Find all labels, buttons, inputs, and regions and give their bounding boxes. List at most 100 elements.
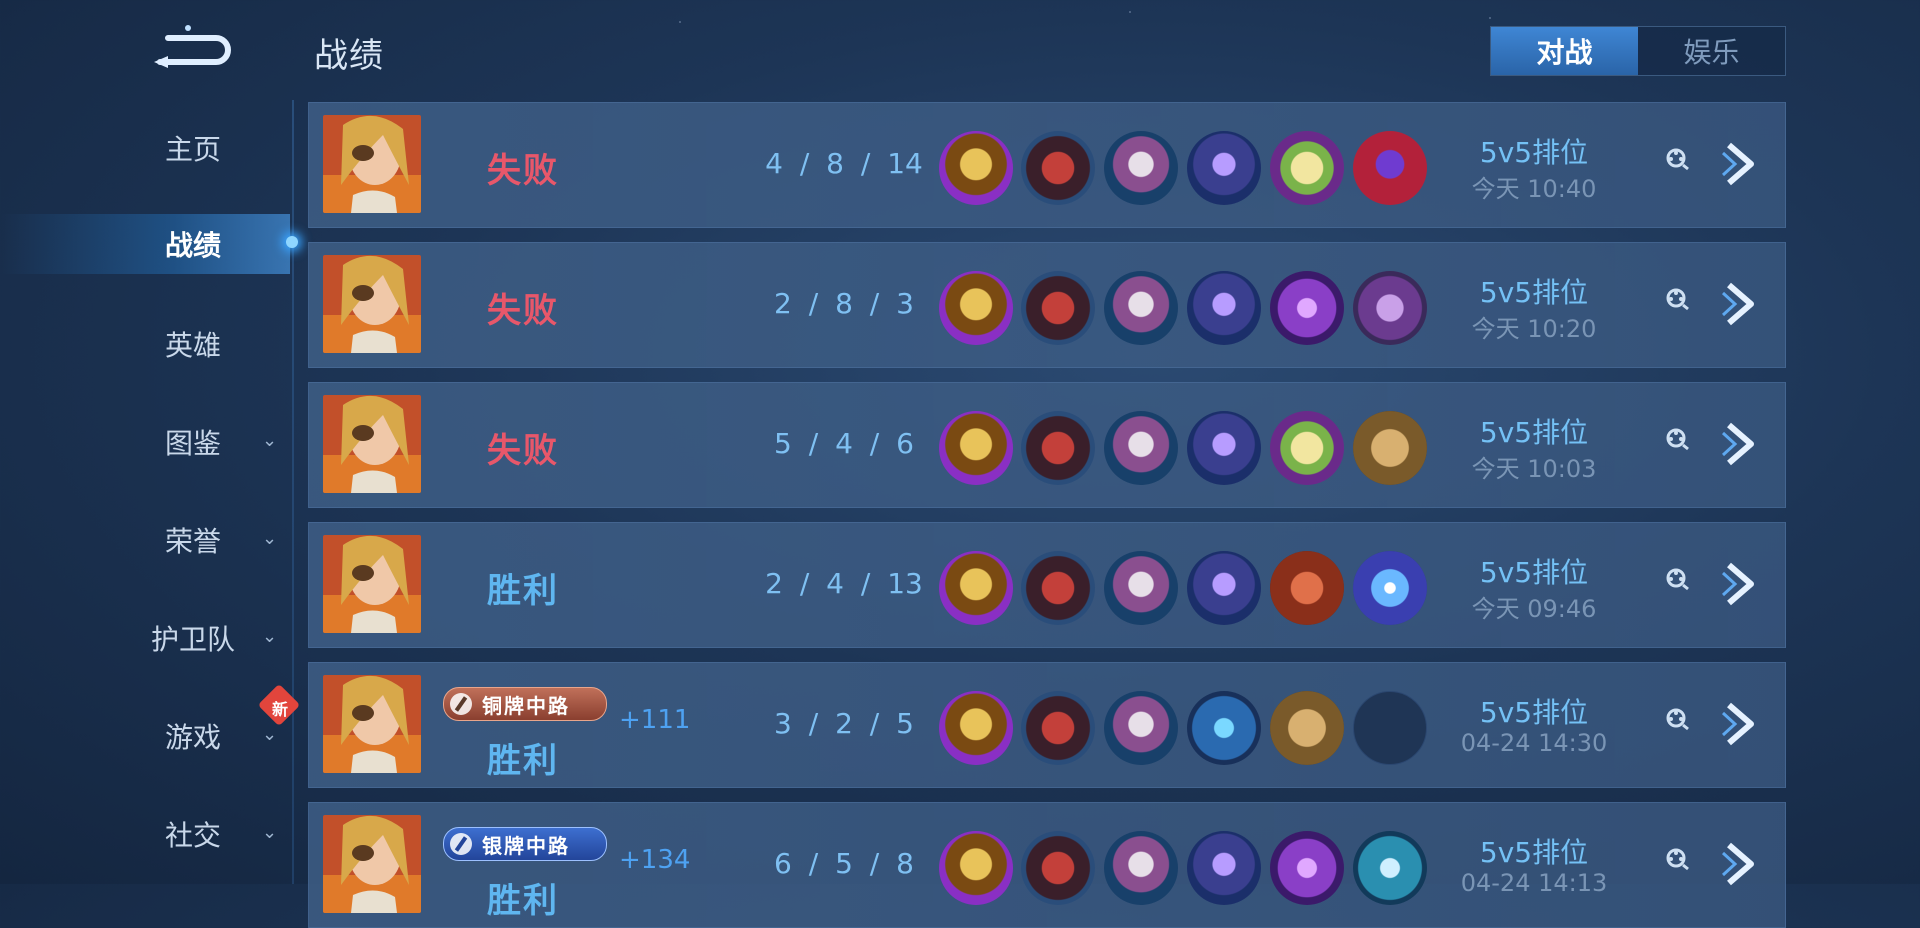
chevron-down-icon: ⌄ bbox=[262, 528, 278, 549]
gold-helmet-icon bbox=[939, 411, 1013, 485]
purple-scepter-icon bbox=[1270, 831, 1344, 905]
purple-mace-icon bbox=[1187, 551, 1261, 625]
sidebar-item-guard-team[interactable]: 护卫队 ⌄ bbox=[0, 608, 290, 668]
match-row[interactable]: 铜牌中路 +111 胜利 3 / 2 / 5 5v5排位 04-24 14:30 bbox=[308, 662, 1786, 788]
hero-avatar bbox=[323, 535, 421, 633]
page-title: 战绩 bbox=[314, 36, 384, 76]
hero-avatar bbox=[323, 115, 421, 213]
match-result: 胜利 bbox=[487, 741, 559, 781]
game-mode: 5v5排位 bbox=[1479, 696, 1589, 729]
kda-stats: 5 / 4 / 6 bbox=[774, 427, 914, 460]
match-result: 胜利 bbox=[487, 881, 559, 921]
replay-icon[interactable] bbox=[1665, 287, 1689, 311]
replay-icon[interactable] bbox=[1665, 847, 1689, 871]
chevron-down-icon: ⌄ bbox=[262, 822, 278, 843]
match-detail-chevron-icon[interactable] bbox=[1721, 279, 1761, 329]
hero-avatar bbox=[323, 395, 421, 493]
sidebar-item-records[interactable]: 战绩 bbox=[0, 214, 290, 274]
sidebar-item-label: 英雄 bbox=[165, 329, 222, 362]
blue-orb-icon bbox=[1353, 551, 1427, 625]
hero-avatar bbox=[323, 675, 421, 773]
replay-icon[interactable] bbox=[1665, 567, 1689, 591]
match-time: 今天 10:03 bbox=[1471, 455, 1597, 483]
purple-mace-icon bbox=[1187, 831, 1261, 905]
match-row[interactable]: 胜利 2 / 4 / 13 5v5排位今天 09:46 bbox=[308, 522, 1786, 648]
back-button[interactable] bbox=[150, 22, 238, 72]
score-delta: +111 bbox=[619, 705, 691, 735]
blue-staff-icon bbox=[1187, 691, 1261, 765]
sidebar-item-label: 战绩 bbox=[165, 229, 222, 262]
replay-icon[interactable] bbox=[1665, 147, 1689, 171]
match-result: 失败 bbox=[487, 151, 559, 191]
chevron-down-icon: ⌄ bbox=[262, 430, 278, 451]
match-detail-chevron-icon[interactable] bbox=[1721, 839, 1761, 889]
wooden-shield-icon bbox=[1270, 691, 1344, 765]
hero-avatar bbox=[323, 815, 421, 913]
skull-mask-icon bbox=[1104, 411, 1178, 485]
sidebar-item-home[interactable]: 主页 bbox=[0, 118, 290, 178]
sidebar-item-codex[interactable]: 图鉴 ⌄ bbox=[0, 412, 290, 472]
match-time: 今天 10:40 bbox=[1471, 175, 1597, 203]
kda-stats: 3 / 2 / 5 bbox=[774, 707, 914, 740]
gold-helmet-icon bbox=[939, 131, 1013, 205]
skull-mask-icon bbox=[1104, 271, 1178, 345]
back-arrow-icon bbox=[154, 25, 231, 68]
game-mode: 5v5排位 bbox=[1479, 556, 1589, 589]
wooden-shield-icon bbox=[1353, 411, 1427, 485]
kda-stats: 4 / 8 / 14 bbox=[765, 147, 923, 180]
red-armor-icon bbox=[1021, 551, 1095, 625]
purple-scepter-icon bbox=[1270, 271, 1344, 345]
match-row[interactable]: 银牌中路 +134 胜利 6 / 5 / 8 5v5排位 04-24 14:13 bbox=[308, 802, 1786, 928]
match-time: 今天 09:46 bbox=[1471, 595, 1597, 623]
match-detail-chevron-icon[interactable] bbox=[1721, 699, 1761, 749]
gold-helmet-icon bbox=[939, 691, 1013, 765]
sidebar-item-heroes[interactable]: 英雄 bbox=[0, 314, 290, 374]
sidebar-item-label: 荣誉 bbox=[165, 525, 222, 558]
rank-badge-label: 银牌中路 bbox=[482, 833, 570, 858]
sidebar-item-label: 主页 bbox=[165, 133, 222, 166]
gold-helmet-icon bbox=[939, 551, 1013, 625]
spellbook-icon bbox=[1270, 131, 1344, 205]
gold-helmet-icon bbox=[939, 271, 1013, 345]
match-row[interactable]: 失败 2 / 8 / 3 5v5排位 今天 10:20 bbox=[308, 242, 1786, 368]
match-result: 胜利 bbox=[487, 571, 559, 611]
kda-stats: 2 / 8 / 3 bbox=[774, 287, 914, 320]
rank-position-badge: 铜牌中路 bbox=[443, 687, 607, 721]
kda-stats: 2 / 4 / 13 bbox=[765, 567, 923, 600]
rank-position-badge: 银牌中路 bbox=[443, 827, 607, 861]
red-book-icon bbox=[1270, 551, 1344, 625]
purple-mace-icon bbox=[1187, 131, 1261, 205]
replay-icon[interactable] bbox=[1665, 427, 1689, 451]
purple-tome-icon bbox=[1353, 271, 1427, 345]
match-time: 04-24 14:13 bbox=[1460, 869, 1608, 897]
skull-mask-icon bbox=[1104, 691, 1178, 765]
sidebar-item-label: 游戏 bbox=[165, 721, 222, 754]
replay-icon[interactable] bbox=[1665, 707, 1689, 731]
chevron-down-icon: ⌄ bbox=[262, 626, 278, 647]
match-row[interactable]: 失败 5 / 4 / 6 5v5排位 今天 10:03 bbox=[308, 382, 1786, 508]
sidebar-item-label: 图鉴 bbox=[165, 427, 222, 460]
game-mode: 5v5排位 bbox=[1479, 416, 1589, 449]
skull-mask-icon bbox=[1104, 131, 1178, 205]
new-badge-label: 新 bbox=[271, 700, 288, 719]
match-detail-chevron-icon[interactable] bbox=[1721, 419, 1761, 469]
match-detail-chevron-icon[interactable] bbox=[1721, 139, 1761, 189]
kda-stats: 6 / 5 / 8 bbox=[774, 847, 914, 880]
red-armor-icon bbox=[1021, 691, 1095, 765]
match-row[interactable]: 失败 4 / 8 / 14 5v5排位 今天 10:40 bbox=[308, 102, 1786, 228]
match-time: 04-24 14:30 bbox=[1460, 729, 1608, 757]
rank-badge-icon bbox=[450, 693, 472, 715]
match-time: 今天 10:20 bbox=[1471, 315, 1597, 343]
match-detail-chevron-icon[interactable] bbox=[1721, 559, 1761, 609]
rank-badge-label: 铜牌中路 bbox=[482, 693, 570, 718]
tab-battle[interactable]: 对战 bbox=[1491, 27, 1638, 75]
sidebar-item-game[interactable]: 游戏 ⌄ bbox=[0, 706, 290, 766]
sidebar-divider bbox=[292, 100, 294, 884]
tab-entertainment[interactable]: 娱乐 bbox=[1638, 27, 1785, 75]
hero-avatar bbox=[323, 255, 421, 353]
rank-badge-icon bbox=[450, 833, 472, 855]
red-armor-icon bbox=[1021, 411, 1095, 485]
sidebar-item-social[interactable]: 社交 ⌄ bbox=[0, 804, 290, 864]
sidebar-item-honor[interactable]: 荣誉 ⌄ bbox=[0, 510, 290, 570]
match-result: 失败 bbox=[487, 291, 559, 331]
